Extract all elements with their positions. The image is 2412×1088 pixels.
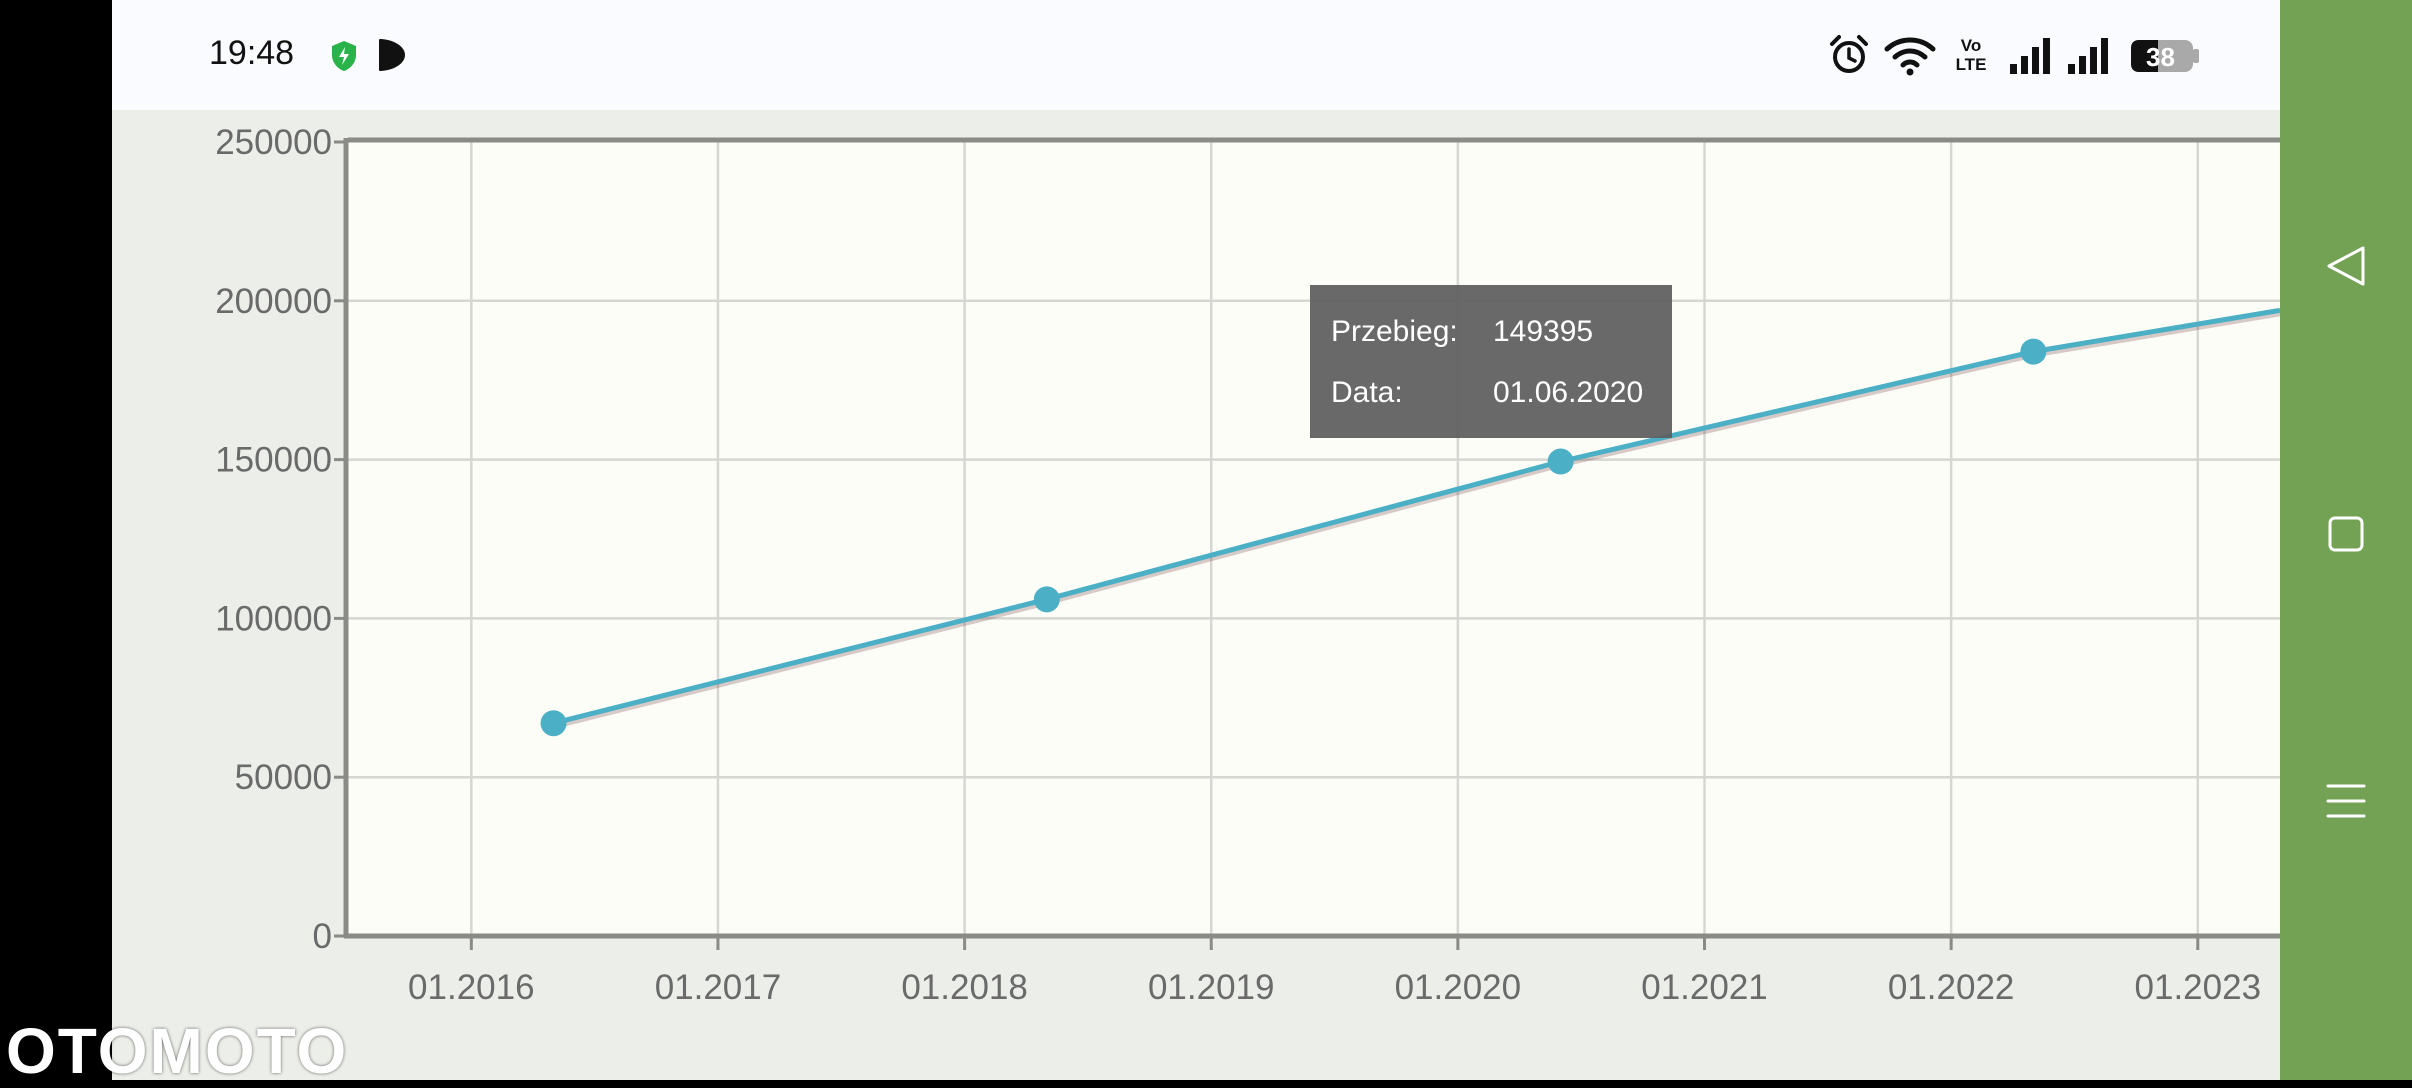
- play-icon: [379, 39, 405, 71]
- tooltip-date-value: 01.06.2020: [1493, 376, 1644, 409]
- x-tick-label: 01.2018: [901, 968, 1028, 1007]
- y-tick-labels: 0 50000 100000 150000 200000 250000: [215, 123, 332, 956]
- navigation-bar: [2280, 0, 2412, 1080]
- x-tick-label: 01.2020: [1395, 968, 1522, 1007]
- back-icon[interactable]: [2306, 226, 2386, 306]
- signal-icon: [2068, 38, 2108, 74]
- status-bar: 19:48 Vo LTE 38: [112, 0, 2280, 110]
- x-tick-label: 01.2016: [408, 968, 535, 1007]
- y-tick-label: 250000: [215, 123, 332, 162]
- home-icon[interactable]: [2306, 494, 2386, 574]
- signal-icon: [2010, 38, 2050, 74]
- y-tick-label: 50000: [235, 758, 332, 797]
- x-tick-labels: 01.2016 01.2017 01.2018 01.2019 01.2020 01.20…: [408, 968, 2261, 1007]
- alarm-icon: [1830, 35, 1868, 73]
- otomoto-watermark: OTOMOTO: [6, 1015, 349, 1087]
- data-point[interactable]: [1547, 448, 1574, 475]
- app-screen: 0 50000 100000 150000 200000 250000 01.2016 01…: [112, 0, 2280, 1080]
- data-point[interactable]: [2020, 338, 2047, 365]
- tooltip-mileage-label: Przebieg:: [1331, 315, 1458, 348]
- y-tick-label: 0: [313, 917, 332, 956]
- volte-label: Vo LTE: [1955, 36, 1987, 74]
- x-tick-label: 01.2019: [1148, 968, 1275, 1007]
- y-tick-label: 150000: [215, 441, 332, 480]
- plot-background: [348, 142, 2280, 936]
- x-tick-label: 01.2017: [655, 968, 782, 1007]
- wifi-icon: [1884, 37, 1936, 76]
- y-tick-label: 200000: [215, 282, 332, 321]
- data-point[interactable]: [540, 710, 567, 737]
- x-tick-label: 01.2021: [1641, 968, 1768, 1007]
- plot-area: [348, 142, 2280, 936]
- menu-icon[interactable]: [2306, 761, 2386, 841]
- tooltip-date-label: Data:: [1331, 376, 1403, 409]
- data-point[interactable]: [1033, 586, 1060, 613]
- chart-tooltip: Przebieg: 149395 Data: 01.06.2020: [1310, 285, 1672, 438]
- battery-level: 38: [2146, 42, 2175, 72]
- mileage-chart: 050000100000150000200000250000 01.2016 01…: [215, 123, 2280, 1007]
- volte-icon: Vo LTE: [1946, 36, 1996, 76]
- status-time: 19:48: [209, 34, 295, 72]
- x-tick-label: 01.2022: [1888, 968, 2015, 1007]
- tooltip-mileage-value: 149395: [1493, 315, 1594, 348]
- y-tick-label: 100000: [215, 599, 332, 638]
- shield-icon: [332, 41, 356, 71]
- x-tick-label: 01.2023: [2135, 968, 2262, 1007]
